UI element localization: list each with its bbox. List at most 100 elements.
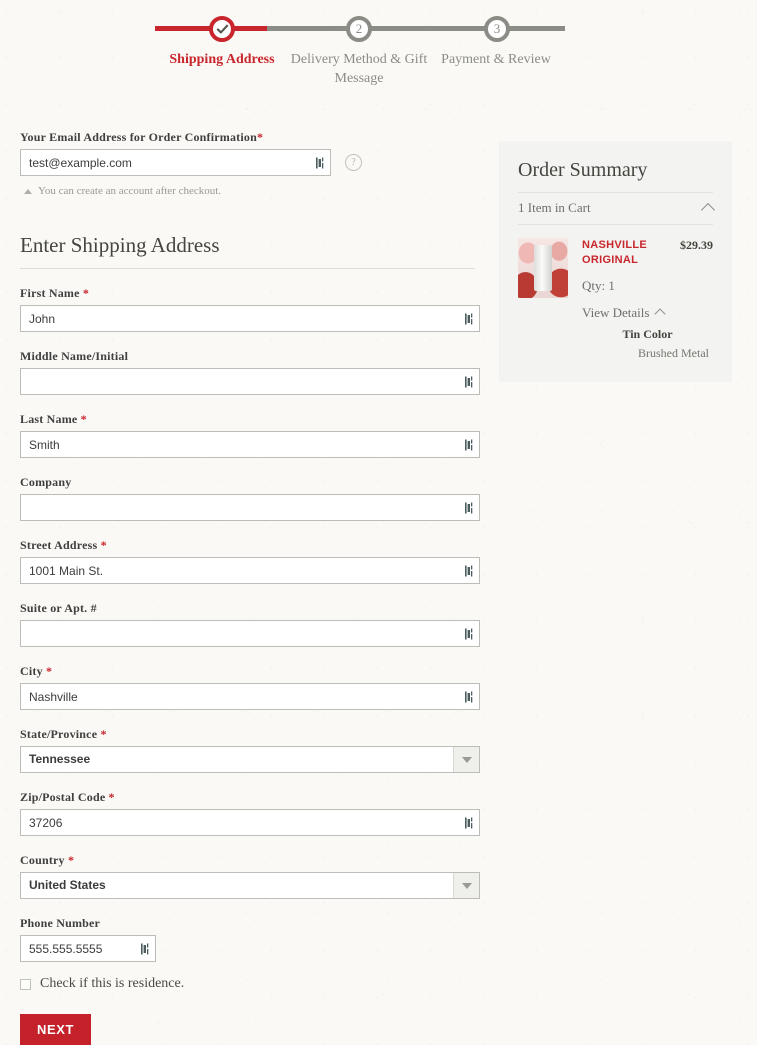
state-province-select-wrap[interactable]: Tennessee [20,746,480,773]
order-summary-panel: Order Summary 1 Item in Cart NASHVILLE O… [499,141,732,382]
product-option-name: Tin Color [622,327,673,341]
product-option-value: Brushed Metal [638,346,709,360]
shipping-form: Your Email Address for Order Confirmatio… [20,130,480,1045]
required-marker: * [108,790,115,804]
field-country: Country * United States [20,853,480,899]
middle-name-label: Middle Name/Initial [20,349,129,363]
phone-label: Phone Number [20,916,101,930]
residence-checkbox[interactable] [20,978,31,990]
first-name-input-wrap [20,305,480,332]
zip-label: Zip/Postal Code * [20,790,480,805]
field-company: Company [20,475,480,521]
country-label: Country * [20,853,480,868]
required-marker: * [257,130,264,144]
company-input-wrap [20,494,480,521]
city-label-text: City [20,664,43,678]
city-input[interactable] [20,683,480,710]
view-details-label: View Details [582,305,650,320]
city-label: City * [20,664,480,679]
check-icon [216,23,228,34]
product-thumbnail[interactable] [518,238,568,298]
state-province-dropdown-button[interactable] [453,747,479,772]
state-province-label: State/Province * [20,727,480,742]
step-label-shipping-address[interactable]: Shipping Address [147,50,297,69]
phone-input-wrap [20,935,156,962]
company-input[interactable] [20,494,480,521]
street-address-label: Street Address * [20,538,480,553]
field-last-name: Last Name * [20,412,480,458]
country-dropdown-button[interactable] [453,873,479,898]
step-label-delivery-method[interactable]: Delivery Method & Gift Message [284,50,434,88]
residence-checkbox-label[interactable]: Check if this is residence. [40,976,184,992]
product-name[interactable]: NASHVILLE ORIGINAL [582,238,677,268]
next-button[interactable]: NEXT [20,1014,91,1045]
email-row: ? [20,149,480,176]
required-marker: * [100,727,107,741]
email-input[interactable] [20,149,331,176]
country-select-wrap[interactable]: United States [20,872,480,899]
country-select[interactable]: United States [20,872,480,899]
state-province-label-text: State/Province [20,727,98,741]
email-label-text: Your Email Address for Order Confirmatio… [20,130,257,144]
field-state-province: State/Province * Tennessee [20,727,480,773]
street-address-input[interactable] [20,557,480,584]
zip-label-text: Zip/Postal Code [20,790,106,804]
step-label-payment-review[interactable]: Payment & Review [421,50,571,69]
required-marker: * [46,664,53,678]
last-name-label: Last Name * [20,412,480,427]
cart-item-top: NASHVILLE ORIGINAL $29.39 [582,238,713,268]
middle-name-input[interactable] [20,368,480,395]
field-first-name: First Name * [20,286,480,332]
suite-label: Suite or Apt. # [20,601,97,615]
cart-count-row[interactable]: 1 Item in Cart [518,193,716,225]
required-marker: * [82,286,90,300]
field-street-address: Street Address * [20,538,480,584]
field-zip: Zip/Postal Code * [20,790,480,836]
step-indicator-shipping-address[interactable] [209,16,235,42]
field-phone: Phone Number [20,916,480,962]
first-name-label-text: First Name [20,286,80,300]
triangle-up-icon [24,188,32,194]
field-city: City * [20,664,480,710]
checkout-progress-bar: 2 3 Shipping Address Delivery Method & G… [0,0,757,100]
product-quantity: Qty: 1 [582,278,615,293]
product-price: $29.39 [680,238,713,252]
street-address-label-text: Street Address [20,538,98,552]
cart-item-info: NASHVILLE ORIGINAL $29.39 Qty: 1 View De… [582,238,713,361]
order-summary-title: Order Summary [518,159,713,193]
first-name-input[interactable] [20,305,480,332]
field-suite: Suite or Apt. # [20,601,480,647]
chevron-up-icon[interactable] [700,202,716,217]
required-marker: * [80,412,87,426]
shipping-address-heading: Enter Shipping Address [20,233,475,269]
street-address-input-wrap [20,557,480,584]
zip-input[interactable] [20,809,480,836]
suite-input-wrap [20,620,480,647]
last-name-input-wrap [20,431,480,458]
residence-checkbox-row[interactable]: Check if this is residence. [20,976,480,992]
required-marker: * [100,538,107,552]
field-middle-name: Middle Name/Initial [20,349,480,395]
chevron-down-icon [461,882,472,889]
last-name-input[interactable] [20,431,480,458]
help-icon[interactable]: ? [345,154,362,171]
city-input-wrap [20,683,480,710]
email-input-wrap [20,149,331,176]
step-indicator-delivery-method[interactable]: 2 [346,16,372,42]
create-account-note: You can create an account after checkout… [20,185,480,197]
view-details-toggle[interactable]: View Details [582,305,713,321]
middle-name-input-wrap [20,368,480,395]
zip-input-wrap [20,809,480,836]
suite-input[interactable] [20,620,480,647]
phone-input[interactable] [20,935,156,962]
first-name-label: First Name * [20,286,480,301]
cart-count-label: 1 Item in Cart [518,200,591,215]
required-marker: * [67,853,75,867]
step-indicator-payment-review[interactable]: 3 [484,16,510,42]
create-account-note-text: You can create an account after checkout… [38,185,222,197]
chevron-up-icon [654,308,667,320]
email-field-label: Your Email Address for Order Confirmatio… [20,130,480,145]
state-province-select[interactable]: Tennessee [20,746,480,773]
cart-item: NASHVILLE ORIGINAL $29.39 Qty: 1 View De… [518,238,713,361]
last-name-label-text: Last Name [20,412,78,426]
